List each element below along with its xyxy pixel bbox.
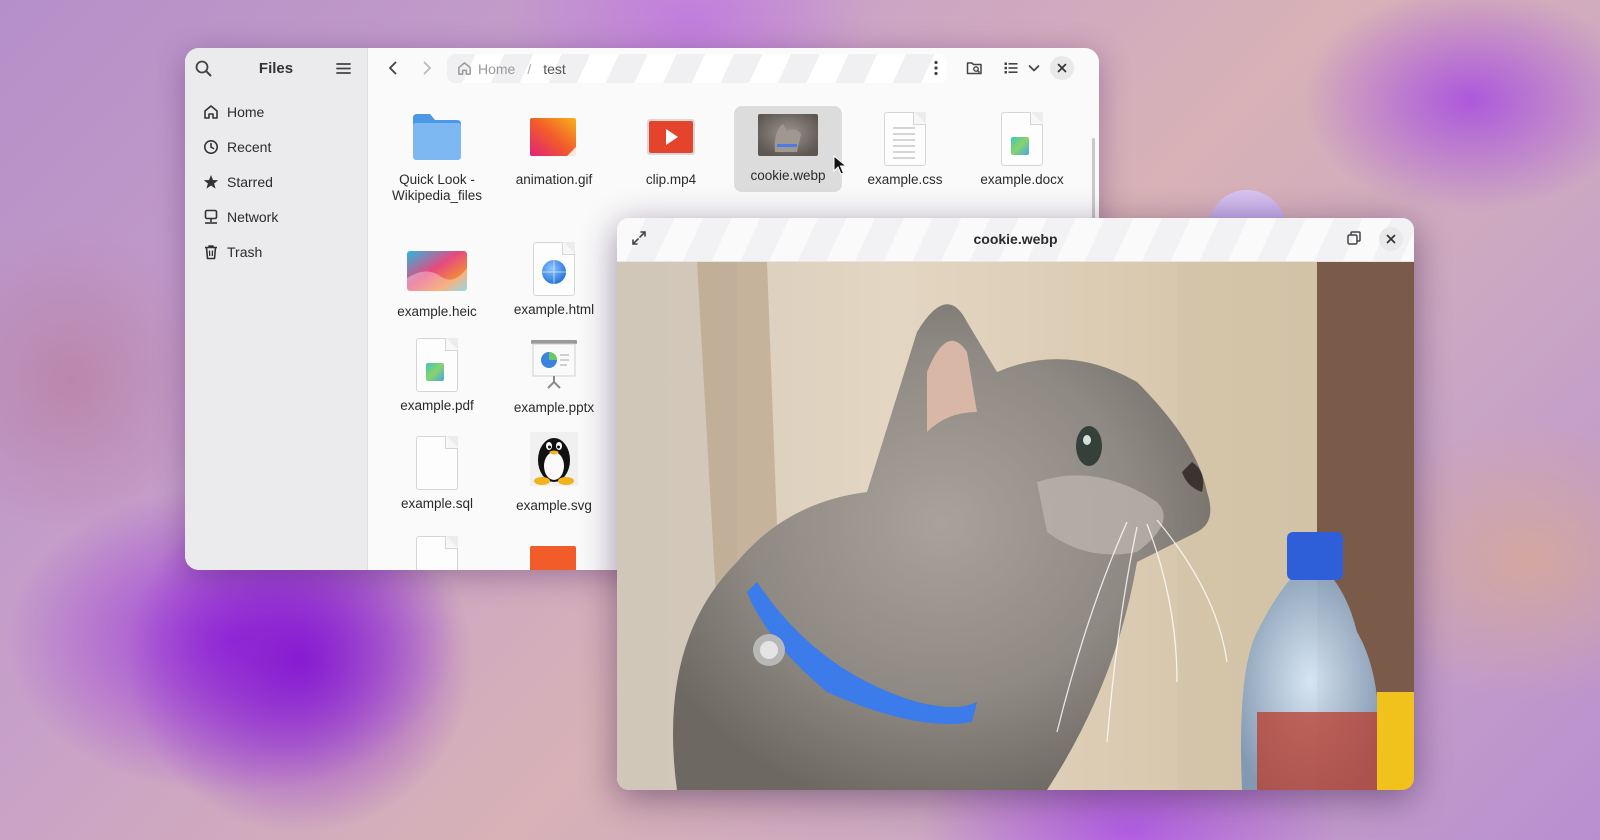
file-item[interactable]: example.docx bbox=[968, 112, 1076, 188]
sidebar-item-trash[interactable]: Trash bbox=[203, 240, 262, 264]
file-name: example.pptx bbox=[513, 400, 595, 415]
search-folder-icon[interactable] bbox=[966, 60, 983, 81]
file-item[interactable]: clip.mp4 bbox=[617, 112, 725, 188]
sidebar-header: Files bbox=[185, 48, 367, 88]
viewer-title: cookie.webp bbox=[973, 231, 1058, 247]
breadcrumb-separator: / bbox=[527, 60, 532, 77]
breadcrumb-home[interactable]: Home bbox=[478, 61, 515, 77]
breadcrumb-current[interactable]: test bbox=[543, 61, 566, 77]
star-icon bbox=[203, 175, 219, 189]
presentation-icon bbox=[531, 340, 577, 389]
blank-document-icon bbox=[416, 536, 458, 570]
close-icon[interactable] bbox=[1050, 56, 1074, 80]
more-options-icon[interactable] bbox=[928, 60, 944, 81]
file-item[interactable]: example.svg bbox=[500, 430, 608, 514]
chevron-down-icon[interactable] bbox=[1027, 60, 1041, 81]
network-icon bbox=[204, 209, 218, 224]
gif-icon bbox=[530, 118, 576, 156]
hamburger-menu-icon[interactable] bbox=[335, 60, 352, 82]
clock-icon bbox=[204, 140, 218, 154]
web-page-icon bbox=[533, 242, 575, 296]
blank-document-icon bbox=[416, 436, 458, 490]
document-icon bbox=[1001, 112, 1043, 166]
file-name: example.pdf bbox=[400, 398, 474, 413]
file-name: clip.mp4 bbox=[645, 172, 697, 187]
tux-penguin-icon bbox=[530, 432, 578, 486]
sidebar-item-home[interactable]: Home bbox=[203, 100, 264, 124]
file-name: example.svg bbox=[516, 498, 592, 513]
file-item-selected[interactable]: cookie.webp bbox=[734, 106, 842, 192]
file-item[interactable]: example.css bbox=[851, 112, 959, 188]
image-thumbnail bbox=[758, 114, 818, 156]
file-item[interactable]: example.html bbox=[500, 242, 608, 318]
sidebar-item-label: Home bbox=[227, 104, 265, 120]
file-name: Quick Look - Wikipedia_files bbox=[391, 172, 483, 203]
file-name: example.heic bbox=[397, 304, 477, 319]
home-icon bbox=[458, 62, 471, 75]
file-item[interactable]: example.heic bbox=[383, 248, 491, 320]
sidebar-item-network[interactable]: Network bbox=[203, 205, 278, 229]
gif-icon bbox=[530, 546, 576, 570]
file-name: cookie.webp bbox=[750, 168, 826, 183]
sidebar-item-starred[interactable]: Starred bbox=[203, 170, 273, 194]
close-icon[interactable] bbox=[1379, 227, 1403, 251]
list-view-icon[interactable] bbox=[1003, 60, 1019, 81]
path-bar[interactable]: Home / test bbox=[447, 54, 947, 83]
file-item[interactable] bbox=[500, 540, 608, 570]
kitten-photo bbox=[617, 262, 1414, 790]
file-item[interactable]: Quick Look - Wikipedia_files bbox=[383, 112, 491, 204]
file-item[interactable]: example.sql bbox=[383, 436, 491, 512]
trash-icon bbox=[205, 245, 217, 260]
text-document-icon bbox=[884, 112, 926, 166]
sidebar-item-label: Recent bbox=[227, 139, 272, 155]
quick-look-window: cookie.webp bbox=[617, 218, 1414, 790]
open-external-icon[interactable] bbox=[1346, 230, 1362, 251]
sidebar-item-label: Trash bbox=[227, 244, 263, 260]
video-icon bbox=[647, 119, 695, 155]
document-icon bbox=[416, 338, 458, 392]
file-name: example.docx bbox=[980, 172, 1064, 187]
file-item[interactable] bbox=[383, 536, 491, 570]
back-arrow-icon[interactable] bbox=[385, 60, 401, 81]
mouse-cursor-icon bbox=[833, 155, 847, 175]
forward-arrow-icon[interactable] bbox=[419, 60, 435, 81]
image-icon bbox=[407, 251, 467, 291]
header-bar: Home / test bbox=[367, 48, 1099, 88]
sidebar-item-recent[interactable]: Recent bbox=[203, 135, 271, 159]
file-item[interactable]: example.pdf bbox=[383, 338, 491, 414]
folder-icon bbox=[413, 114, 461, 160]
file-name: example.html bbox=[513, 302, 595, 317]
sidebar-item-label: Network bbox=[227, 209, 279, 225]
sidebar-item-label: Starred bbox=[227, 174, 273, 190]
home-icon bbox=[204, 105, 218, 119]
file-item[interactable]: animation.gif bbox=[500, 112, 608, 188]
sidebar: Files Home Recent Starred Network Trash bbox=[185, 48, 368, 570]
file-name: example.sql bbox=[400, 496, 474, 511]
file-name: animation.gif bbox=[515, 172, 593, 187]
file-item[interactable]: example.pptx bbox=[500, 338, 608, 416]
file-name: example.css bbox=[867, 172, 943, 187]
viewer-header: cookie.webp bbox=[617, 218, 1414, 262]
